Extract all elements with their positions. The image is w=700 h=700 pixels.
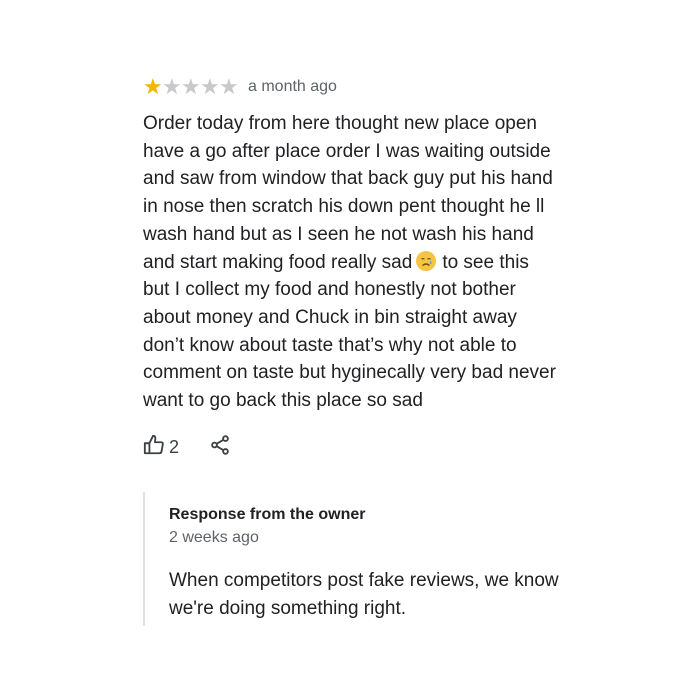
- crying-face-emoji-icon: [416, 250, 437, 271]
- star-empty-icon: ★: [200, 74, 220, 99]
- star-empty-icon: ★: [219, 74, 239, 99]
- review-text-part-2: to see this but I collect my food and ho…: [143, 251, 556, 412]
- like-button[interactable]: 2: [143, 434, 179, 461]
- owner-response-text: When competitors post fake reviews, we k…: [169, 570, 559, 619]
- star-filled-icon: ★: [143, 74, 163, 99]
- star-empty-icon: ★: [181, 74, 201, 99]
- thumbs-up-icon: [143, 434, 165, 461]
- share-icon: [209, 434, 231, 461]
- review: ★ ★ ★ ★ ★ a month ago Order today from h…: [143, 74, 583, 415]
- review-meta: ★ ★ ★ ★ ★ a month ago: [143, 74, 583, 100]
- review-actions: 2: [143, 434, 231, 461]
- owner-response-time: 2 weeks ago: [169, 529, 259, 546]
- share-button[interactable]: [209, 434, 231, 461]
- review-text: Order today from here thought new place …: [143, 110, 583, 415]
- owner-response: Response from the owner 2 weeks ago When…: [143, 492, 583, 626]
- star-rating: ★ ★ ★ ★ ★: [143, 74, 239, 99]
- star-empty-icon: ★: [162, 74, 182, 99]
- owner-response-title: Response from the owner: [169, 506, 366, 523]
- like-count: 2: [169, 437, 180, 457]
- review-text-part-1: Order today from here thought new place …: [143, 113, 553, 273]
- review-time: a month ago: [248, 78, 337, 95]
